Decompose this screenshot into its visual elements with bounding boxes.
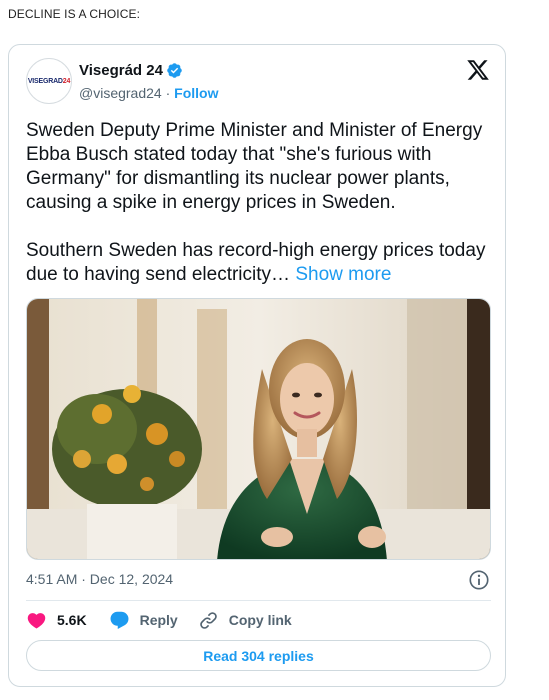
- separator: ·: [161, 85, 175, 101]
- like-button[interactable]: 5.6K: [26, 610, 87, 631]
- tweet-photo[interactable]: [26, 298, 491, 560]
- info-icon[interactable]: [468, 569, 490, 591]
- tweet-actions: 5.6K Reply Copy link: [26, 608, 292, 632]
- avatar[interactable]: VISEGRAD24: [26, 58, 72, 104]
- display-name[interactable]: Visegrád 24: [79, 62, 163, 79]
- show-more-link[interactable]: Show more: [295, 264, 391, 285]
- copy-link-button[interactable]: Copy link: [198, 610, 292, 631]
- likes-count: 5.6K: [57, 612, 87, 628]
- reply-button[interactable]: Reply: [109, 610, 178, 631]
- follow-link[interactable]: Follow: [174, 85, 218, 101]
- tweet-timestamp[interactable]: 4:51 AM · Dec 12, 2024: [26, 571, 173, 587]
- author-handle-row: @visegrad24 · Follow: [79, 85, 218, 101]
- author-name-row: Visegrád 24: [79, 62, 183, 79]
- read-replies-button[interactable]: Read 304 replies: [26, 640, 491, 671]
- embedded-tweet-card[interactable]: VISEGRAD24 Visegrád 24 @visegrad24 · Fol…: [8, 44, 506, 687]
- link-icon: [199, 611, 217, 629]
- handle[interactable]: @visegrad24: [79, 85, 162, 101]
- photo-illustration: [27, 299, 490, 559]
- tweet-paragraph: Sweden Deputy Prime Minister and Ministe…: [26, 120, 483, 213]
- verified-badge-icon: [167, 63, 182, 78]
- reply-bubble-icon: [110, 611, 129, 629]
- avatar-logo: VISEGRAD24: [27, 77, 71, 85]
- x-logo-icon[interactable]: [466, 58, 490, 82]
- heart-icon: [27, 612, 46, 629]
- tweet-paragraph: Southern Sweden has record-high energy p…: [26, 240, 486, 285]
- copy-link-label: Copy link: [228, 612, 292, 628]
- reply-label: Reply: [139, 612, 178, 628]
- tweet-text: Sweden Deputy Prime Minister and Ministe…: [26, 119, 491, 287]
- post-caption: DECLINE IS A CHOICE:: [8, 7, 141, 21]
- divider: [26, 600, 491, 601]
